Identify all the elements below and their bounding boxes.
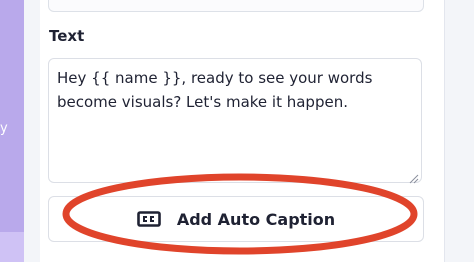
caption-text-area[interactable]: Hey {{ name }}, ready to see your words … <box>48 58 422 183</box>
closed-captions-icon <box>137 211 161 227</box>
add-auto-caption-label: Add Auto Caption <box>176 209 336 229</box>
previous-input-field[interactable] <box>48 0 424 12</box>
left-sidebar-partial-label: y <box>0 121 8 136</box>
right-scroll-area <box>444 0 474 262</box>
text-section-label: Text <box>49 27 85 45</box>
left-gutter <box>24 0 40 262</box>
resize-handle-icon[interactable] <box>409 174 419 184</box>
left-sidebar-lower-section[interactable] <box>0 232 24 262</box>
add-auto-caption-button[interactable]: Add Auto Caption <box>48 196 424 242</box>
